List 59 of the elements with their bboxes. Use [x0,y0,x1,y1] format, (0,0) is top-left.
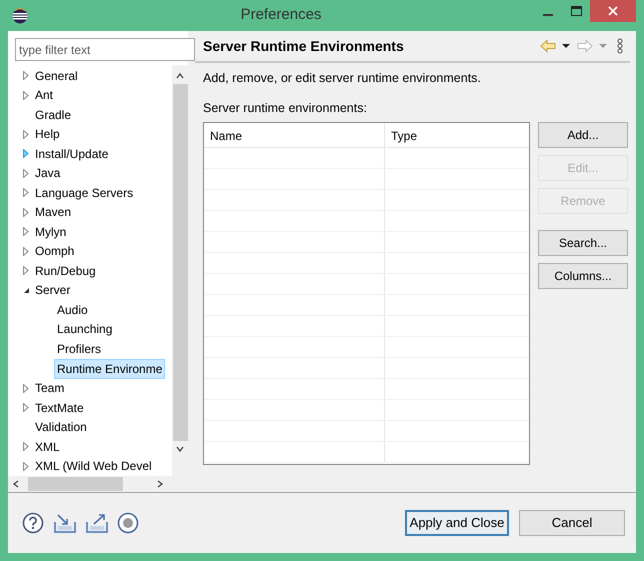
expand-arrow-icon[interactable] [23,227,29,236]
side-button[interactable]: Add... [538,122,628,148]
tree-item[interactable]: Audio [54,300,91,320]
tree-item[interactable]: Server [32,280,74,300]
tree-item[interactable]: Validation [32,417,90,438]
menu-icon[interactable] [616,38,624,54]
expand-arrow-icon[interactable] [23,462,29,471]
export-icon[interactable] [85,512,109,534]
column-header[interactable]: Name [204,122,385,146]
expand-arrow-icon[interactable] [23,188,29,198]
tree-item[interactable]: Language Servers [32,182,136,203]
expand-arrow-icon[interactable] [23,266,29,276]
tree-item[interactable]: Mylyn [32,222,70,242]
tree-item[interactable]: Gradle [32,104,74,125]
dialog-button[interactable]: Apply and Close [405,510,509,536]
expand-arrow-icon[interactable] [23,384,29,392]
tree-item[interactable]: Profilers [54,338,104,359]
tree-item[interactable]: XML (Wild Web Devel [32,456,155,476]
tree-item[interactable]: Oomph [32,241,78,262]
tree-item[interactable]: XML [32,436,63,457]
expand-arrow-icon[interactable] [23,403,29,412]
tree-item[interactable]: Ant [32,85,56,106]
close-button[interactable] [590,0,636,22]
import-icon[interactable] [53,512,77,534]
app-logo-icon [12,8,28,24]
filter-field[interactable]: type filter text [15,38,195,61]
tree-item[interactable]: Runtime Environme [54,358,166,378]
expand-arrow-icon[interactable] [23,90,29,100]
expand-arrow-icon[interactable] [23,442,29,452]
side-button[interactable]: Search... [538,230,628,256]
tree-item[interactable]: Run/Debug [32,260,99,281]
tree-item[interactable]: Java [32,163,64,184]
page-title: Server Runtime Environments [203,36,405,56]
tree-item[interactable]: Maven [32,202,74,222]
tree-item[interactable]: Team [32,378,68,398]
expand-arrow-icon[interactable] [23,246,29,256]
help-icon[interactable] [22,512,44,534]
expand-arrow-icon[interactable] [23,208,29,217]
record-icon[interactable] [117,512,139,534]
close-icon[interactable] [608,6,618,16]
table-label: Server runtime environments: [202,100,368,117]
tree-item[interactable]: TextMate [32,398,87,418]
column-header[interactable]: Type [385,122,529,146]
description-text: Add, remove, or edit server runtime environments. [202,70,482,87]
tree-item[interactable]: Install/Update [32,144,112,164]
expand-arrow-icon[interactable] [23,168,29,178]
tree-item[interactable]: Launching [54,319,116,340]
dialog-button[interactable]: Cancel [519,510,625,536]
tree-item[interactable]: Help [32,124,63,144]
side-button[interactable]: Columns... [538,262,628,288]
horizontal-scrollbar[interactable] [8,476,188,492]
expand-arrow-icon[interactable] [23,149,29,158]
expand-arrow-icon[interactable] [23,71,29,80]
expand-arrow-icon[interactable] [23,130,29,139]
window-title: Preferences [240,5,322,26]
vertical-scrollbar[interactable] [172,65,188,476]
collapse-arrow-icon[interactable] [22,286,30,294]
maximize-icon[interactable] [570,6,582,16]
tree-item[interactable]: General [32,66,81,86]
